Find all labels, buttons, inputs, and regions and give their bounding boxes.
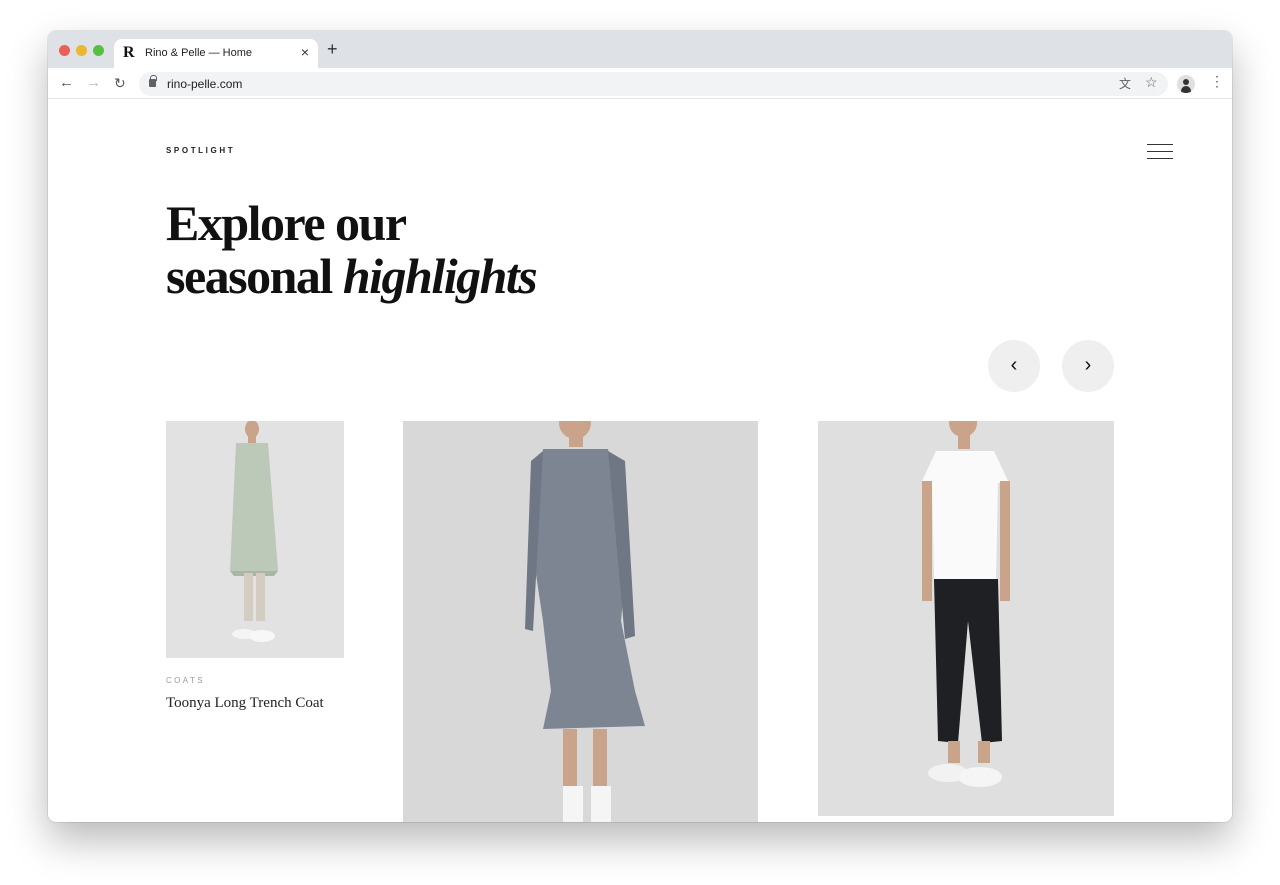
printed-dress-figure [525,421,645,822]
new-tab-button[interactable]: + [327,39,338,60]
section-eyebrow: SPOTLIGHT [166,146,236,155]
browser-toolbar: ← → ↻ rino-pelle.com 文 ☆ ⋮ [48,68,1232,99]
product-name[interactable]: Toonya Long Trench Coat [166,695,324,712]
translate-icon[interactable]: 文 [1119,75,1131,92]
product-category: COATS [166,676,205,685]
url-text[interactable]: rino-pelle.com [167,77,242,91]
lock-icon [149,75,157,87]
minimize-window-button[interactable] [76,45,87,56]
browser-tab[interactable]: R Rino & Pelle — Home × [114,39,318,68]
product-image-trench-coat[interactable] [166,421,344,658]
kebab-menu-icon[interactable]: ⋮ [1210,74,1224,88]
hamburger-icon[interactable] [1147,143,1173,161]
page-content: SPOTLIGHT Explore our seasonal highlight… [48,99,1232,822]
headline-line-2: seasonal [166,248,333,304]
product-image-printed-dress[interactable] [403,421,758,822]
favicon-icon: R [123,44,135,61]
browser-window: R Rino & Pelle — Home × + ← → ↻ rino-pel… [48,31,1232,822]
page-title: Explore our seasonal highlights [166,195,538,304]
trench-coat-figure [230,421,278,642]
headline-line-1: Explore our [166,195,407,251]
product-image-tshirt-leather-pants[interactable] [818,421,1114,816]
arrow-left-icon[interactable]: ← [59,74,74,91]
close-icon[interactable]: × [301,44,309,60]
headline-italic: highlights [342,248,538,304]
tab-bar: R Rino & Pelle — Home × + [48,31,1232,68]
close-window-button[interactable] [59,45,70,56]
maximize-window-button[interactable] [93,45,104,56]
star-icon[interactable]: ☆ [1145,74,1158,91]
address-bar[interactable]: rino-pelle.com 文 ☆ [139,72,1168,96]
tab-title: Rino & Pelle — Home [145,47,252,59]
chevron-right-icon[interactable]: › [1062,340,1114,392]
arrow-right-icon[interactable]: → [86,74,101,91]
chevron-left-icon[interactable]: ‹ [988,340,1040,392]
tshirt-pants-figure [922,421,1010,787]
avatar-icon[interactable] [1177,75,1195,93]
reload-icon[interactable]: ↻ [114,75,126,92]
